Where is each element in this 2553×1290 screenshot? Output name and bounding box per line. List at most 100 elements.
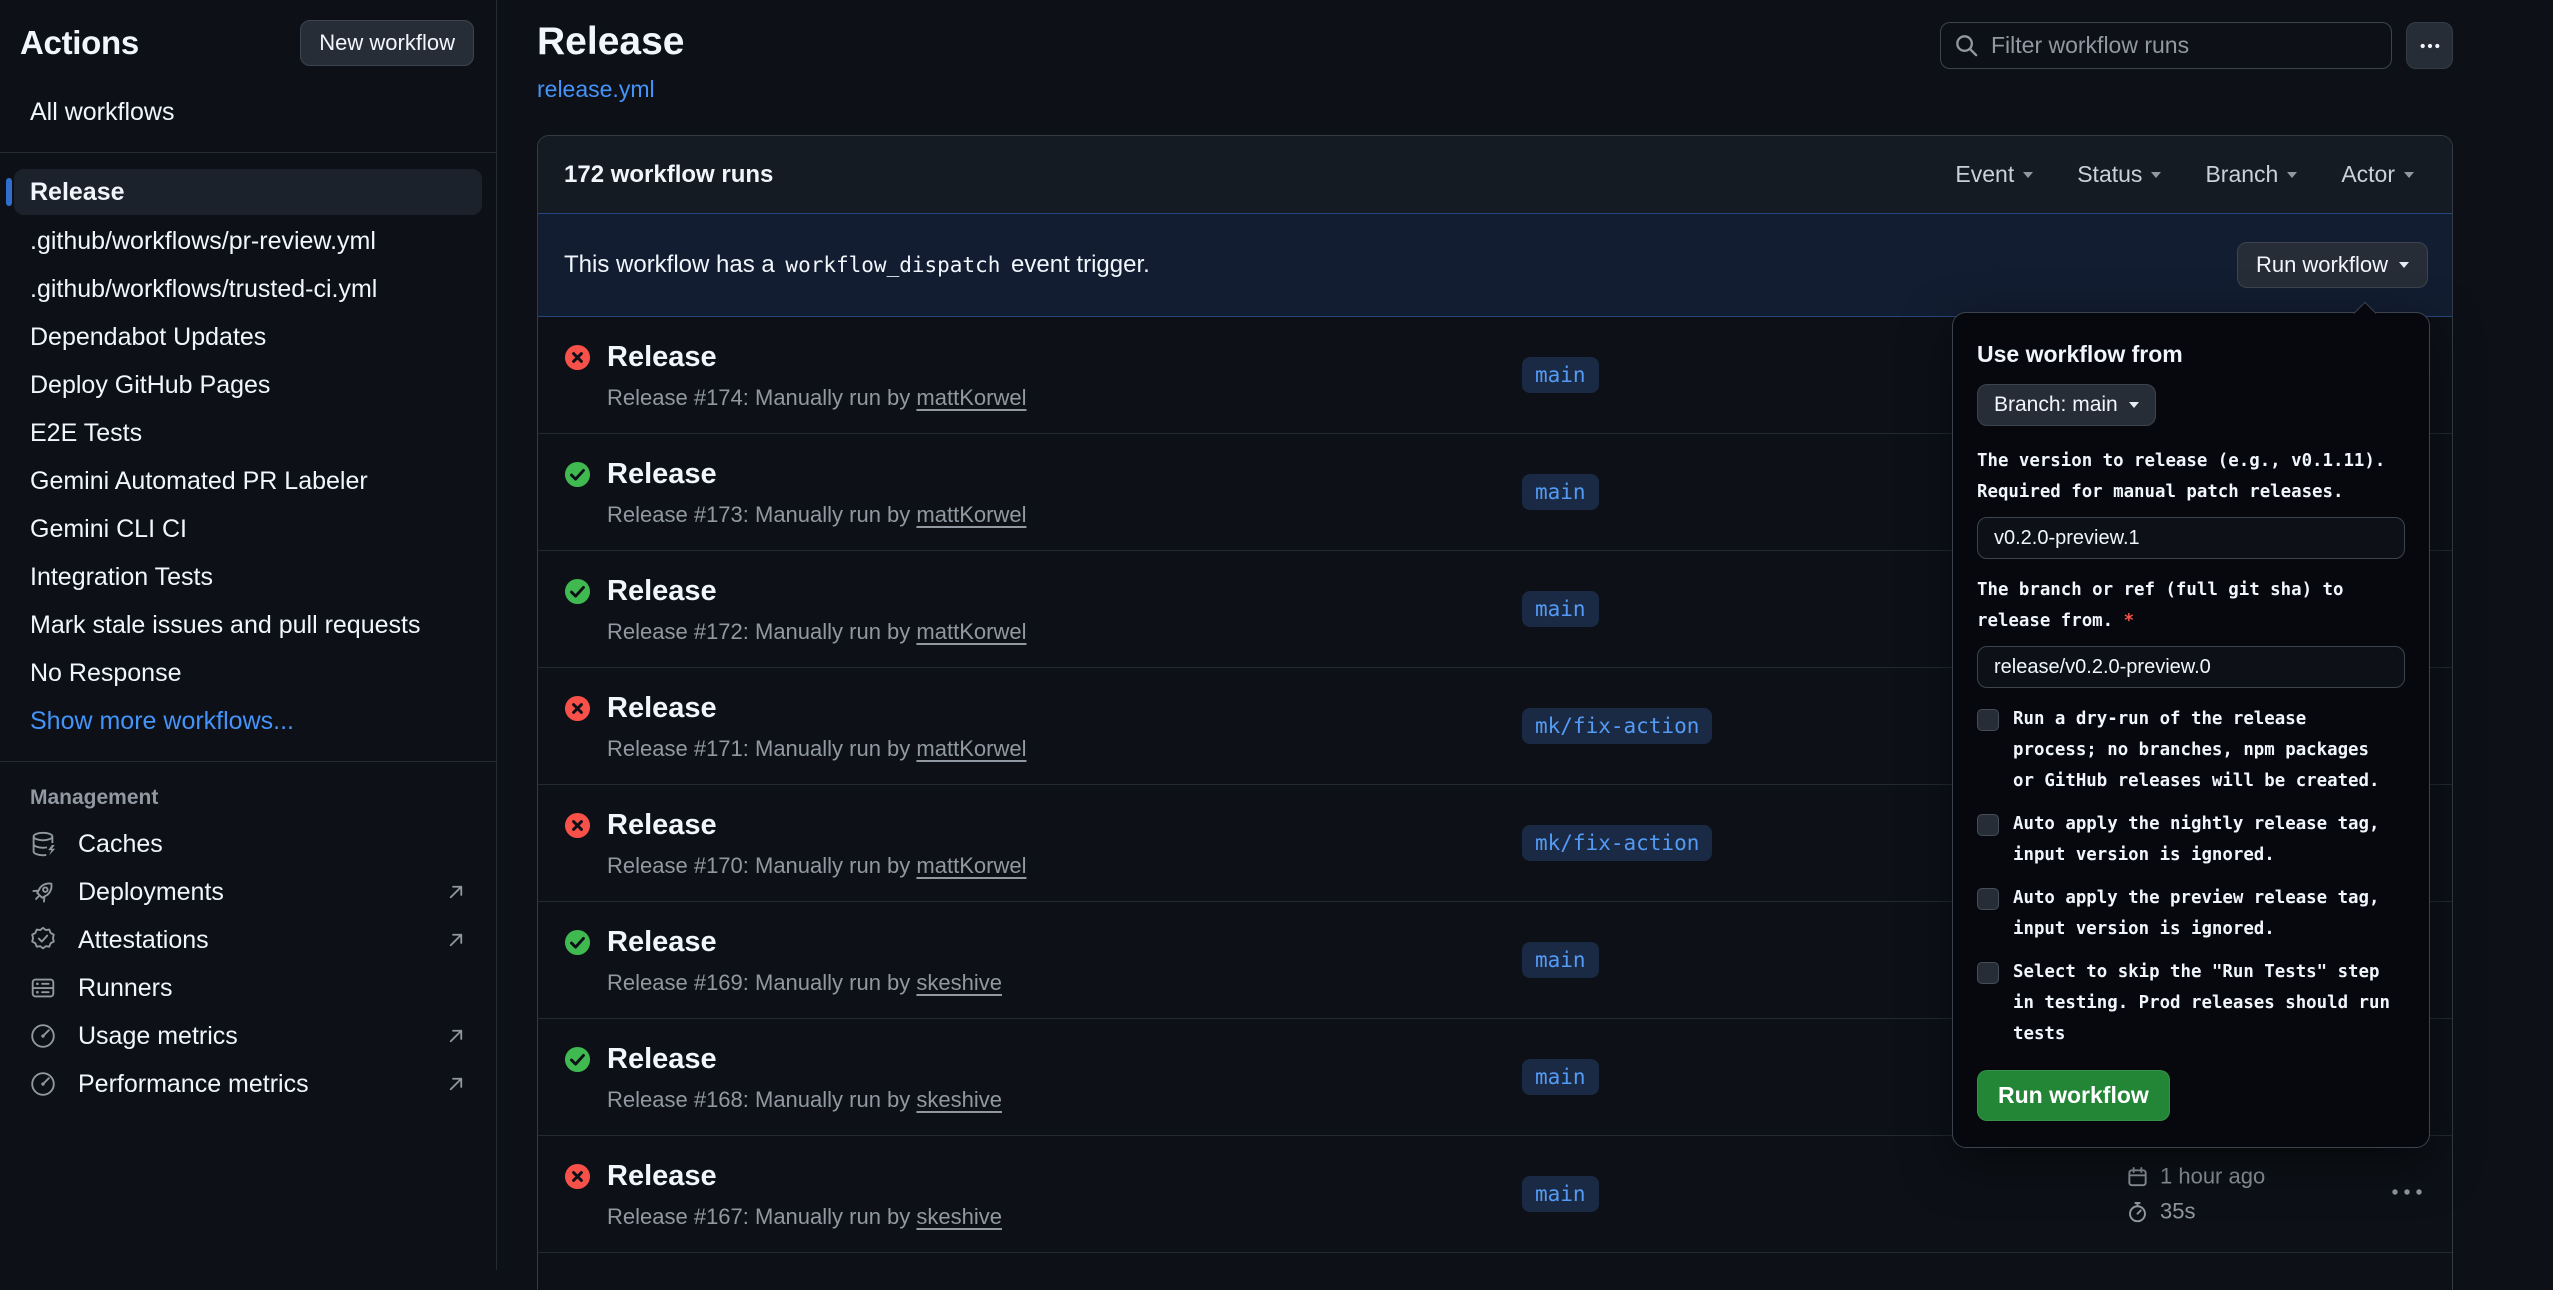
branch-badge[interactable]: mk/fix-action [1522, 708, 1712, 744]
filter-dropdown-branch[interactable]: Branch [2205, 161, 2297, 188]
workflow-option-checkbox[interactable] [1977, 709, 1999, 731]
run-description: Release #168: Manually run by skeshive [607, 1087, 1002, 1113]
sidebar-item-e2e-tests[interactable]: E2E Tests [0, 409, 496, 457]
workflow-option-checkbox[interactable] [1977, 962, 1999, 984]
management-item-performance-metrics[interactable]: Performance metrics [0, 1060, 496, 1108]
sidebar-item-deploy-github-pages[interactable]: Deploy GitHub Pages [0, 361, 496, 409]
branch-selector-button[interactable]: Branch: main [1977, 384, 2156, 426]
management-item-label: Performance metrics [78, 1070, 309, 1099]
sidebar-divider [0, 152, 496, 153]
run-text: Release Release #174: Manually run by mat… [607, 341, 1026, 411]
search-icon [1953, 32, 1980, 64]
run-description-text: Release #171: Manually run by [607, 736, 916, 761]
run-text: Release Release #171: Manually run by mat… [607, 692, 1026, 762]
run-text: Release Release #168: Manually run by ske… [607, 1043, 1002, 1113]
management-item-caches[interactable]: Caches [0, 820, 496, 868]
run-branch-cell: main [1522, 948, 1599, 972]
workflow-option-checkbox[interactable] [1977, 814, 1999, 836]
management-item-deployments[interactable]: Deployments [0, 868, 496, 916]
run-actor-link[interactable]: mattKorwel [916, 853, 1026, 878]
filter-dropdown-label: Actor [2341, 161, 2395, 188]
workflow-run-row: ReleaseRelease #167: Manually run by ske… [538, 1136, 2452, 1253]
branch-badge[interactable]: main [1522, 591, 1599, 627]
branch-badge[interactable]: main [1522, 474, 1599, 510]
workflow-option-checkbox[interactable] [1977, 888, 1999, 910]
run-summary: ReleaseRelease #172: Manually run by mat… [564, 575, 1026, 645]
workflow-option-1: Auto apply the nightly release tag, inpu… [1977, 809, 2405, 871]
management-item-attestations[interactable]: Attestations [0, 916, 496, 964]
run-text: ReleaseRelease #172: Manually run by mat… [607, 575, 1026, 645]
run-actor-link[interactable]: skeshive [916, 1087, 1002, 1112]
branch-badge[interactable]: main [1522, 1176, 1599, 1212]
sidebar-item-github-workflows-pr-review-yml[interactable]: .github/workflows/pr-review.yml [0, 217, 496, 265]
run-kebab-button[interactable] [2390, 1185, 2424, 1203]
branch-badge[interactable]: main [1522, 942, 1599, 978]
sidebar-item-gemini-cli-ci[interactable]: Gemini CLI CI [0, 505, 496, 553]
sidebar-item-no-response[interactable]: No Response [0, 649, 496, 697]
required-asterisk: * [2124, 611, 2134, 631]
sidebar-item-integration-tests[interactable]: Integration Tests [0, 553, 496, 601]
run-actor-link[interactable]: mattKorwel [916, 736, 1026, 761]
branch-badge[interactable]: main [1522, 1059, 1599, 1095]
workflow-dispatch-banner: This workflow has a workflow_dispatch ev… [538, 213, 2452, 317]
ref-input[interactable] [1977, 646, 2405, 688]
management-item-usage-metrics[interactable]: Usage metrics [0, 1012, 496, 1060]
sidebar-item-github-workflows-trusted-ci-yml[interactable]: .github/workflows/trusted-ci.yml [0, 265, 496, 313]
show-more-workflows-link[interactable]: Show more workflows... [0, 697, 496, 745]
sidebar-item-dependabot-updates[interactable]: Dependabot Updates [0, 313, 496, 361]
run-title-link[interactable]: Release [607, 341, 1026, 374]
management-item-label: Caches [78, 830, 163, 859]
filter-workflow-runs-input[interactable] [1940, 22, 2392, 69]
filter-dropdown-actor[interactable]: Actor [2341, 161, 2414, 188]
workflow-option-label: Select to skip the "Run Tests" step in t… [2013, 957, 2395, 1050]
management-item-runners[interactable]: Runners [0, 964, 496, 1012]
filter-dropdown-status[interactable]: Status [2077, 161, 2161, 188]
sidebar-title: Actions [20, 24, 139, 62]
run-actor-link[interactable]: mattKorwel [916, 502, 1026, 527]
sidebar-item-mark-stale-issues-and-pull-requests[interactable]: Mark stale issues and pull requests [0, 601, 496, 649]
run-summary: ReleaseRelease #170: Manually run by mat… [564, 809, 1026, 879]
run-text: Release Release #169: Manually run by ske… [607, 926, 1002, 996]
chevron-down-icon [2129, 402, 2139, 413]
run-actor-link[interactable]: mattKorwel [916, 385, 1026, 410]
server-icon [28, 972, 60, 1004]
run-description-text: Release #169: Manually run by [607, 970, 916, 995]
arrow-up-right-icon [444, 928, 468, 952]
workflow-option-label: Auto apply the nightly release tag, inpu… [2013, 809, 2395, 871]
management-heading: Management [0, 786, 496, 810]
run-title-link[interactable]: Release [607, 1043, 1002, 1076]
workflow-options-kebab-button[interactable] [2406, 22, 2453, 69]
workflow-file-link[interactable]: release.yml [537, 76, 655, 103]
run-title-link[interactable]: Release [607, 575, 1026, 608]
run-workflow-submit-button[interactable]: Run workflow [1977, 1070, 2170, 1121]
chevron-down-icon [2287, 172, 2297, 183]
run-title-link[interactable]: Release [607, 692, 1026, 725]
new-workflow-button[interactable]: New workflow [300, 20, 474, 66]
sidebar-item-gemini-automated-pr-labeler[interactable]: Gemini Automated PR Labeler [0, 457, 496, 505]
run-actor-link[interactable]: skeshive [916, 1204, 1002, 1229]
check-circle-icon [564, 578, 591, 645]
workflow-option-0: Run a dry-run of the release process; no… [1977, 704, 2405, 797]
check-circle-icon [564, 1046, 591, 1113]
run-branch-cell: main [1522, 597, 1599, 621]
run-title-link[interactable]: Release [607, 809, 1026, 842]
branch-badge[interactable]: mk/fix-action [1522, 825, 1712, 861]
run-description: Release #171: Manually run by mattKorwel [607, 736, 1026, 762]
run-title-link[interactable]: Release [607, 926, 1002, 959]
run-title-link[interactable]: Release [607, 1160, 1002, 1193]
run-actor-link[interactable]: mattKorwel [916, 619, 1026, 644]
run-description: Release #174: Manually run by mattKorwel [607, 385, 1026, 411]
workflow-option-2: Auto apply the preview release tag, inpu… [1977, 883, 2405, 945]
sidebar-divider [0, 761, 496, 762]
management-item-label: Runners [78, 974, 173, 1003]
run-workflow-dropdown-button[interactable]: Run workflow [2237, 242, 2428, 288]
run-title-link[interactable]: Release [607, 458, 1026, 491]
sidebar-item-all-workflows[interactable]: All workflows [0, 88, 496, 136]
filter-dropdown-event[interactable]: Event [1955, 161, 2033, 188]
run-workflow-popover: Use workflow from Branch: main The versi… [1952, 312, 2430, 1148]
run-duration: 35s [2126, 1199, 2265, 1225]
version-input[interactable] [1977, 517, 2405, 559]
run-actor-link[interactable]: skeshive [916, 970, 1002, 995]
branch-badge[interactable]: main [1522, 357, 1599, 393]
sidebar-item-release[interactable]: Release [14, 169, 482, 215]
